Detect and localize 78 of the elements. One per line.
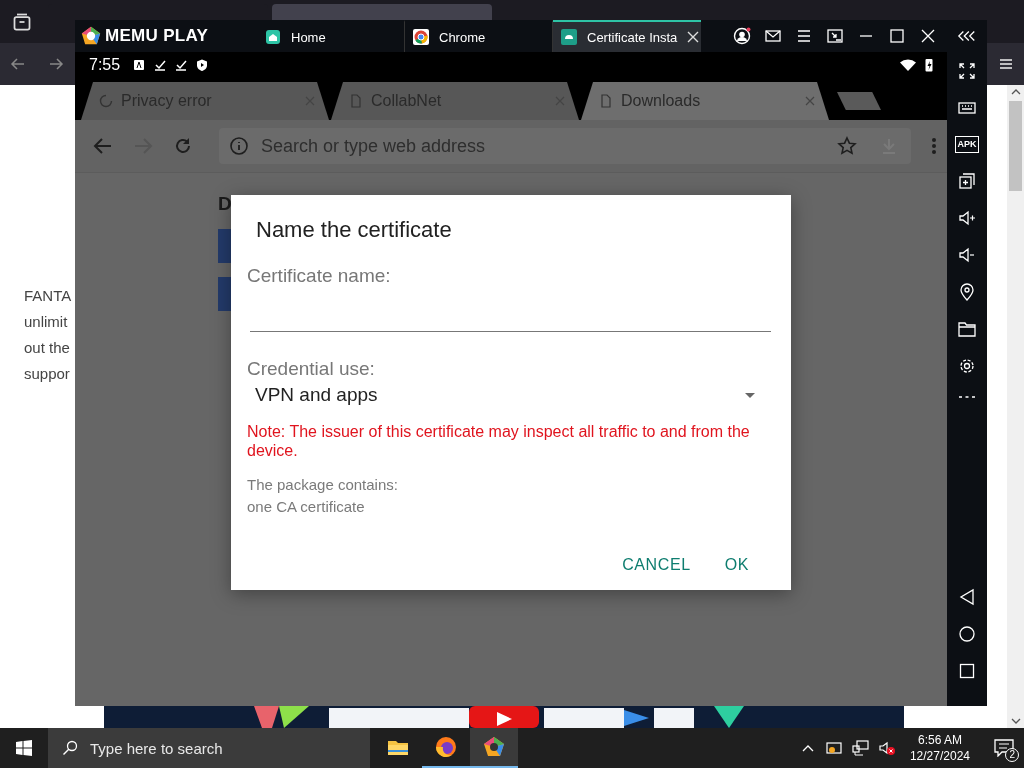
search-icon xyxy=(62,740,78,756)
collapse-icon[interactable] xyxy=(957,30,977,42)
article-text: out the xyxy=(24,338,71,358)
article-text: unlimit xyxy=(24,312,69,332)
reload-icon[interactable] xyxy=(173,136,193,156)
field-label: Certificate name: xyxy=(247,265,392,287)
search-field[interactable]: Type here to search xyxy=(48,728,370,768)
package-info-text: one CA certificate xyxy=(247,497,366,517)
download-done-icon xyxy=(154,59,167,71)
logo-icon xyxy=(81,26,101,46)
warning-text: Note: The issuer of this certificate may inspect all traffic to and from the device. xyxy=(247,422,751,460)
download-done-icon xyxy=(175,59,188,71)
scroll-down-icon[interactable] xyxy=(1010,718,1021,724)
battery-charging-icon xyxy=(925,58,933,72)
tab-overview-icon[interactable] xyxy=(12,12,32,32)
notification-icon xyxy=(133,59,146,71)
shield-icon xyxy=(196,59,209,71)
credential-use-dropdown[interactable]: VPN and apps xyxy=(255,384,771,406)
fox-globe-icon xyxy=(434,735,458,759)
page-icon xyxy=(349,94,363,108)
speaker-muted-icon[interactable] xyxy=(877,740,896,756)
field-label: Credential use: xyxy=(247,358,376,380)
dialog-title: Name the certificate xyxy=(256,217,453,243)
page-heading: D xyxy=(218,193,233,215)
avatar-icon[interactable] xyxy=(733,27,751,45)
message-icon xyxy=(994,739,1014,757)
back-triangle-icon[interactable] xyxy=(958,588,976,606)
forward-arrow-icon[interactable] xyxy=(48,56,64,72)
add-window-icon[interactable] xyxy=(958,172,976,190)
keyboard-icon[interactable] xyxy=(958,99,976,117)
page-icon xyxy=(599,94,613,108)
more-icon[interactable] xyxy=(958,394,976,400)
dialog-button[interactable]: OK xyxy=(714,550,759,580)
network-icon[interactable] xyxy=(851,740,870,756)
fullscreen-icon[interactable] xyxy=(958,62,976,80)
settings-icon[interactable] xyxy=(958,357,976,375)
dialog-button[interactable]: CANCEL xyxy=(612,550,701,580)
logo-wordmark: MEMU PLAY xyxy=(105,26,209,46)
chrome-app-icon xyxy=(413,29,429,45)
article-text: FANTA xyxy=(24,286,73,306)
volume-up-icon[interactable] xyxy=(958,209,976,227)
star-icon[interactable] xyxy=(837,136,857,156)
scroll-up-icon[interactable] xyxy=(1010,89,1021,95)
scrollbar-thumb[interactable] xyxy=(1009,101,1022,191)
screen-shrink-icon[interactable] xyxy=(826,27,844,45)
close-icon[interactable] xyxy=(919,27,937,45)
chevron-up-icon[interactable] xyxy=(801,744,814,752)
maximize-icon[interactable] xyxy=(888,27,906,45)
status-time: 7:55 xyxy=(89,56,121,74)
menu-icon[interactable] xyxy=(795,27,813,45)
volume-down-icon[interactable] xyxy=(958,246,976,264)
mail-icon[interactable] xyxy=(764,27,782,45)
windows-logo-icon xyxy=(16,740,32,756)
notifications-button[interactable]: 2 xyxy=(984,728,1024,768)
android-app-icon xyxy=(561,29,577,45)
apk-button[interactable]: APK xyxy=(955,136,979,153)
menu-icon[interactable] xyxy=(998,56,1014,72)
clock-time[interactable]: 6:56 AM xyxy=(917,732,962,748)
caret-icon xyxy=(745,392,755,398)
back-arrow-icon[interactable] xyxy=(10,56,26,72)
info-icon xyxy=(229,136,249,156)
recents-square-icon[interactable] xyxy=(958,662,976,680)
back-arrow-icon[interactable] xyxy=(93,136,113,156)
folder-icon[interactable] xyxy=(958,320,976,338)
home-app-icon xyxy=(265,29,281,45)
battery-warning-icon[interactable] xyxy=(825,740,844,756)
loading-spinner-icon xyxy=(99,94,113,108)
home-circle-icon[interactable] xyxy=(958,625,976,643)
scrollbar[interactable] xyxy=(1007,85,1024,728)
package-info-text: The package contains: xyxy=(247,475,399,495)
emulator-tab[interactable]: Certificate Insta xyxy=(553,20,701,52)
clock-date[interactable]: 12/27/2024 xyxy=(909,748,970,764)
article-text: suppor xyxy=(24,364,71,384)
more-options-icon[interactable] xyxy=(931,136,937,156)
wifi-icon xyxy=(900,59,916,71)
pentagon-logo-icon xyxy=(482,735,506,759)
location-pin-icon[interactable] xyxy=(958,283,976,301)
taskbar-app[interactable] xyxy=(470,728,518,768)
